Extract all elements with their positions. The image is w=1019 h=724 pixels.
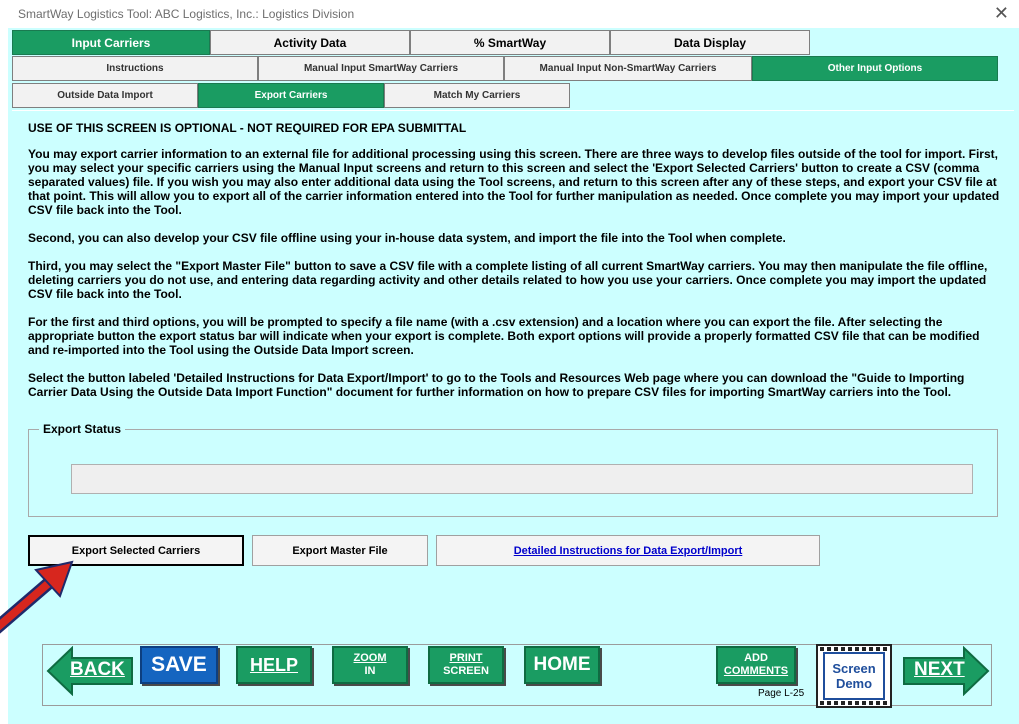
paragraph-third-option: Third, you may select the "Export Master… (28, 259, 988, 301)
screen-demo-line1: Screen (832, 661, 876, 676)
help-label: HELP (249, 654, 298, 675)
tab-input-carriers[interactable]: Input Carriers (12, 30, 210, 55)
content-area: USE OF THIS SCREEN IS OPTIONAL - NOT REQ… (12, 110, 1014, 636)
paragraph-intro: You may export carrier information to an… (28, 147, 1000, 217)
back-button[interactable]: BACK (46, 646, 136, 696)
film-strip-bottom (820, 701, 888, 705)
print-label-line1: PRINT (449, 652, 483, 664)
home-button[interactable]: HOME (524, 646, 600, 684)
tab-match-my-carriers[interactable]: Match My Carriers (384, 83, 570, 108)
tab-export-carriers[interactable]: Export Carriers (198, 83, 384, 108)
next-button[interactable]: NEXT (900, 646, 990, 696)
zoom-label-line1: ZOOM (353, 652, 387, 664)
print-screen-button[interactable]: PRINT SCREEN (428, 646, 504, 684)
add-comments-line1: ADD (744, 652, 768, 664)
title-bar: SmartWay Logistics Tool: ABC Logistics, … (0, 0, 1019, 28)
help-button[interactable]: HELP (236, 646, 312, 684)
red-pointer-arrow-icon (0, 560, 74, 634)
export-status-frame: Export Status (28, 422, 998, 517)
next-label: NEXT (914, 659, 965, 680)
main-panel: Input Carriers Activity Data % SmartWay … (8, 28, 1019, 724)
optional-notice-heading: USE OF THIS SCREEN IS OPTIONAL - NOT REQ… (28, 121, 467, 135)
home-label: HOME (533, 654, 591, 675)
bottom-navigation: BACK SAVE HELP ZOOM IN PRINT SCREEN HOME… (8, 636, 1019, 724)
paragraph-detailed-instructions: Select the button labeled 'Detailed Inst… (28, 371, 965, 399)
tab-activity-data[interactable]: Activity Data (210, 30, 410, 55)
save-button[interactable]: SAVE (140, 646, 218, 684)
screen-demo-label: Screen Demo (823, 652, 885, 700)
save-label: SAVE (151, 653, 207, 676)
tab-other-input-options[interactable]: Other Input Options (752, 56, 998, 81)
tab-data-display[interactable]: Data Display (610, 30, 810, 55)
back-label: BACK (70, 659, 125, 680)
print-label-line2: SCREEN (443, 665, 489, 677)
window-title: SmartWay Logistics Tool: ABC Logistics, … (18, 7, 355, 21)
tab-percent-smartway[interactable]: % SmartWay (410, 30, 610, 55)
tab-manual-input-non-smartway[interactable]: Manual Input Non-SmartWay Carriers (504, 56, 752, 81)
tab-outside-data-import[interactable]: Outside Data Import (12, 83, 198, 108)
tab-manual-input-smartway[interactable]: Manual Input SmartWay Carriers (258, 56, 504, 81)
export-master-file-button[interactable]: Export Master File (252, 535, 428, 566)
screen-demo-line2: Demo (835, 676, 873, 691)
zoom-in-button[interactable]: ZOOM IN (332, 646, 408, 684)
detailed-instructions-link[interactable]: Detailed Instructions for Data Export/Im… (436, 535, 820, 566)
page-number: Page L-25 (758, 688, 805, 699)
tab-instructions[interactable]: Instructions (12, 56, 258, 81)
add-comments-button[interactable]: ADD COMMENTS (716, 646, 796, 684)
zoom-label-line2: IN (364, 665, 376, 677)
film-strip-top (820, 647, 888, 651)
close-icon[interactable]: ✕ (994, 3, 1009, 24)
screen-demo-button[interactable]: Screen Demo (816, 644, 892, 708)
export-progress-bar (71, 464, 973, 494)
paragraph-second-option: Second, you can also develop your CSV fi… (28, 231, 786, 245)
export-status-label: Export Status (39, 422, 126, 436)
add-comments-line2: COMMENTS (723, 665, 789, 677)
paragraph-export-prompt: For the first and third options, you wil… (28, 315, 980, 357)
